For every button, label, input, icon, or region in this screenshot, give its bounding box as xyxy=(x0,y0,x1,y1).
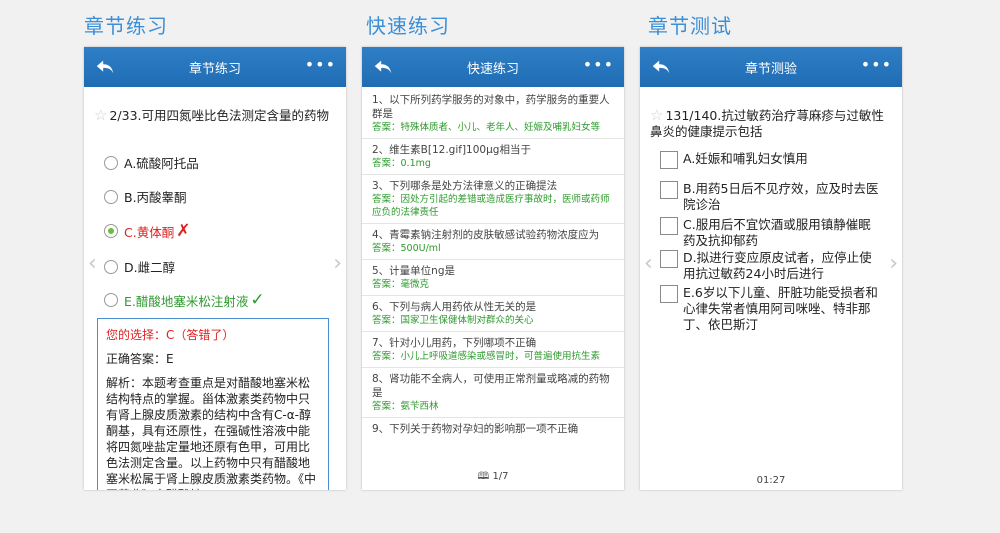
item-answer: 答案：国家卫生保健体制对群众的关心 xyxy=(372,315,534,326)
favorite-star-icon[interactable]: ☆ xyxy=(650,106,663,124)
phone-chapter-practice: 章节练习 ••• ‹ › ☆ 2/33.可用四氮唑比色法测定含量的药物 A.硫酸阿… xyxy=(84,47,346,490)
question-title: ☆ 2/33.可用四氮唑比色法测定含量的药物 xyxy=(94,107,334,124)
your-choice: 您的选择：C（答错了） xyxy=(106,328,235,342)
item-question: 3、下列哪条是处方法律意义的正确提法 xyxy=(372,180,558,192)
radio-button[interactable] xyxy=(104,189,118,204)
item-question: 1、以下所列药学服务的对象中，药学服务的重要人群是 xyxy=(372,94,610,120)
item-question: 5、计量单位ng是 xyxy=(372,265,455,277)
answer-analysis-panel: 您的选择：C（答错了） 正确答案：E 解析：本题考查重点是对醋酸地塞米松结构特点… xyxy=(97,318,329,490)
option-d[interactable]: D.拟进行变应原皮试者，应停止使用抗过敏药24小时后进行 xyxy=(660,250,882,282)
question-list: 1、以下所列药学服务的对象中，药学服务的重要人群是答案：特殊体质者、小儿、老年人… xyxy=(362,89,624,440)
option-b[interactable]: B.用药5日后不见疗效，应及时去医院诊治 xyxy=(660,181,882,213)
checkbox[interactable] xyxy=(660,181,678,199)
checkbox[interactable] xyxy=(660,285,678,303)
item-answer: 答案：小儿上呼吸道感染或感冒时，可普遍使用抗生素 xyxy=(372,351,601,362)
item-question: 8、肾功能不全病人，可使用正常剂量或略减的药物是 xyxy=(372,373,610,399)
option-label: A.妊娠和哺乳妇女慎用 xyxy=(683,151,808,166)
phone-chapter-test: 章节测验 ••• ‹ › ☆ 131/140.抗过敏药治疗荨麻疹与过敏性鼻炎的健康… xyxy=(640,47,902,490)
toolbar-title: 章节练习 xyxy=(188,61,241,77)
more-menu-icon[interactable]: ••• xyxy=(305,55,336,74)
checkbox[interactable] xyxy=(660,250,678,268)
book-icon: 🕮 xyxy=(477,471,490,482)
question-text: 2/33.可用四氮唑比色法测定含量的药物 xyxy=(109,108,329,123)
item-answer: 答案：特殊体质者、小儿、老年人、妊娠及哺乳妇女等 xyxy=(372,122,601,133)
option-label: B.用药5日后不见疗效，应及时去医院诊治 xyxy=(683,181,879,212)
option-c[interactable]: C.黄体酮 ✗ xyxy=(104,221,190,241)
next-page-arrow-icon[interactable]: › xyxy=(333,253,342,275)
option-b[interactable]: B.丙酸睾酮 xyxy=(104,187,187,206)
wrong-cross-icon: ✗ xyxy=(176,221,191,241)
option-label: B.丙酸睾酮 xyxy=(124,190,187,205)
item-answer: 答案：0.1mg xyxy=(372,158,431,169)
option-label: A.硫酸阿托品 xyxy=(124,156,199,171)
item-answer: 答案：500U/ml xyxy=(372,243,441,254)
app-toolbar: 章节测验 ••• xyxy=(640,47,902,87)
option-label: C.黄体酮 xyxy=(124,224,175,240)
radio-button-selected[interactable] xyxy=(104,224,118,238)
back-arrow-icon[interactable] xyxy=(650,56,672,78)
option-label: C.服用后不宜饮酒或服用镇静催眠药及抗抑郁药 xyxy=(683,217,871,248)
back-arrow-icon[interactable] xyxy=(372,56,394,78)
item-question: 4、青霉素钠注射剂的皮肤敏感试验药物浓度应为 xyxy=(372,229,600,241)
option-c[interactable]: C.服用后不宜饮酒或服用镇静催眠药及抗抑郁药 xyxy=(660,217,882,249)
app-toolbar: 快速练习 ••• xyxy=(362,47,624,87)
list-item[interactable]: 7、针对小儿用药，下列哪项不正确答案：小儿上呼吸道感染或感冒时，可普遍使用抗生素 xyxy=(362,332,624,368)
option-label: E.醋酸地塞米松注射液 xyxy=(124,293,249,309)
item-question: 6、下列与病人用药依从性无关的是 xyxy=(372,301,537,313)
page-number: 1/7 xyxy=(492,471,509,482)
next-page-arrow-icon[interactable]: › xyxy=(889,253,898,275)
prev-page-arrow-icon[interactable]: ‹ xyxy=(644,253,653,275)
option-e[interactable]: E.醋酸地塞米松注射液 ✓ xyxy=(104,290,265,310)
item-question: 2、维生素B[12.gif]100μg相当于 xyxy=(372,144,531,156)
list-item[interactable]: 1、以下所列药学服务的对象中，药学服务的重要人群是答案：特殊体质者、小儿、老年人… xyxy=(362,89,624,139)
item-question: 9、下列关于药物对孕妇的影响那一项不正确 xyxy=(372,423,579,435)
option-label: D.拟进行变应原皮试者，应停止使用抗过敏药24小时后进行 xyxy=(683,250,872,281)
question-text: 131/140.抗过敏药治疗荨麻疹与过敏性鼻炎的健康提示包括 xyxy=(650,108,884,139)
list-item[interactable]: 3、下列哪条是处方法律意义的正确提法答案：因处方引起的差错或造成医疗事故时，医师… xyxy=(362,175,624,224)
list-item[interactable]: 2、维生素B[12.gif]100μg相当于 答案：0.1mg xyxy=(362,139,624,175)
countdown-timer: 01:27 xyxy=(756,475,786,486)
toolbar-title: 章节测验 xyxy=(744,61,797,77)
option-label: E.6岁以下儿童、肝脏功能受损者和心律失常者慎用阿司咪唑、特非那丁、依巴斯汀 xyxy=(683,285,878,332)
item-answer: 答案：因处方引起的差错或造成医疗事故时，医师或药师应负的法律责任 xyxy=(372,194,610,218)
section-title-chapter-test: 章节测试 xyxy=(648,14,732,38)
item-answer: 答案：氨苄西林 xyxy=(372,401,439,412)
item-question: 7、针对小儿用药，下列哪项不正确 xyxy=(372,337,537,349)
list-item[interactable]: 6、下列与病人用药依从性无关的是 答案：国家卫生保健体制对群众的关心 xyxy=(362,296,624,332)
option-e[interactable]: E.6岁以下儿童、肝脏功能受损者和心律失常者慎用阿司咪唑、特非那丁、依巴斯汀 xyxy=(660,285,882,333)
correct-answer: 正确答案：E xyxy=(106,352,174,366)
list-item[interactable]: 4、青霉素钠注射剂的皮肤敏感试验药物浓度应为 答案：500U/ml xyxy=(362,224,624,260)
app-toolbar: 章节练习 ••• xyxy=(84,47,346,87)
back-arrow-icon[interactable] xyxy=(94,56,116,78)
option-label: D.雌二醇 xyxy=(124,260,176,275)
radio-button[interactable] xyxy=(104,293,118,307)
prev-page-arrow-icon[interactable]: ‹ xyxy=(88,253,97,275)
phone-quick-practice: 快速练习 ••• 1、以下所列药学服务的对象中，药学服务的重要人群是答案：特殊体… xyxy=(362,47,624,490)
option-d[interactable]: D.雌二醇 xyxy=(104,257,175,276)
option-a[interactable]: A.硫酸阿托品 xyxy=(104,153,199,172)
option-a[interactable]: A.妊娠和哺乳妇女慎用 xyxy=(660,151,882,169)
correct-check-icon: ✓ xyxy=(250,290,265,310)
toolbar-title: 快速练习 xyxy=(466,61,519,77)
checkbox[interactable] xyxy=(660,217,678,235)
question-title: ☆ 131/140.抗过敏药治疗荨麻疹与过敏性鼻炎的健康提示包括 xyxy=(650,107,890,140)
analysis-text: 解析：本题考查重点是对醋酸地塞米松结构特点的掌握。甾体激素类药物中只有肾上腺皮质… xyxy=(106,376,317,490)
section-title-chapter-practice: 章节练习 xyxy=(84,14,168,38)
checkbox[interactable] xyxy=(660,151,678,169)
section-title-quick-practice: 快速练习 xyxy=(366,14,450,38)
radio-button[interactable] xyxy=(104,155,118,170)
list-item[interactable]: 5、计量单位ng是 答案：毫微克 xyxy=(362,260,624,296)
page-indicator: 🕮 1/7 xyxy=(362,469,624,486)
item-answer: 答案：毫微克 xyxy=(372,279,430,290)
list-item[interactable]: 8、肾功能不全病人，可使用正常剂量或略减的药物是答案：氨苄西林 xyxy=(362,368,624,418)
favorite-star-icon[interactable]: ☆ xyxy=(94,106,107,124)
more-menu-icon[interactable]: ••• xyxy=(583,55,614,74)
more-menu-icon[interactable]: ••• xyxy=(861,55,892,74)
list-item[interactable]: 9、下列关于药物对孕妇的影响那一项不正确 xyxy=(362,418,624,440)
radio-button[interactable] xyxy=(104,259,118,274)
